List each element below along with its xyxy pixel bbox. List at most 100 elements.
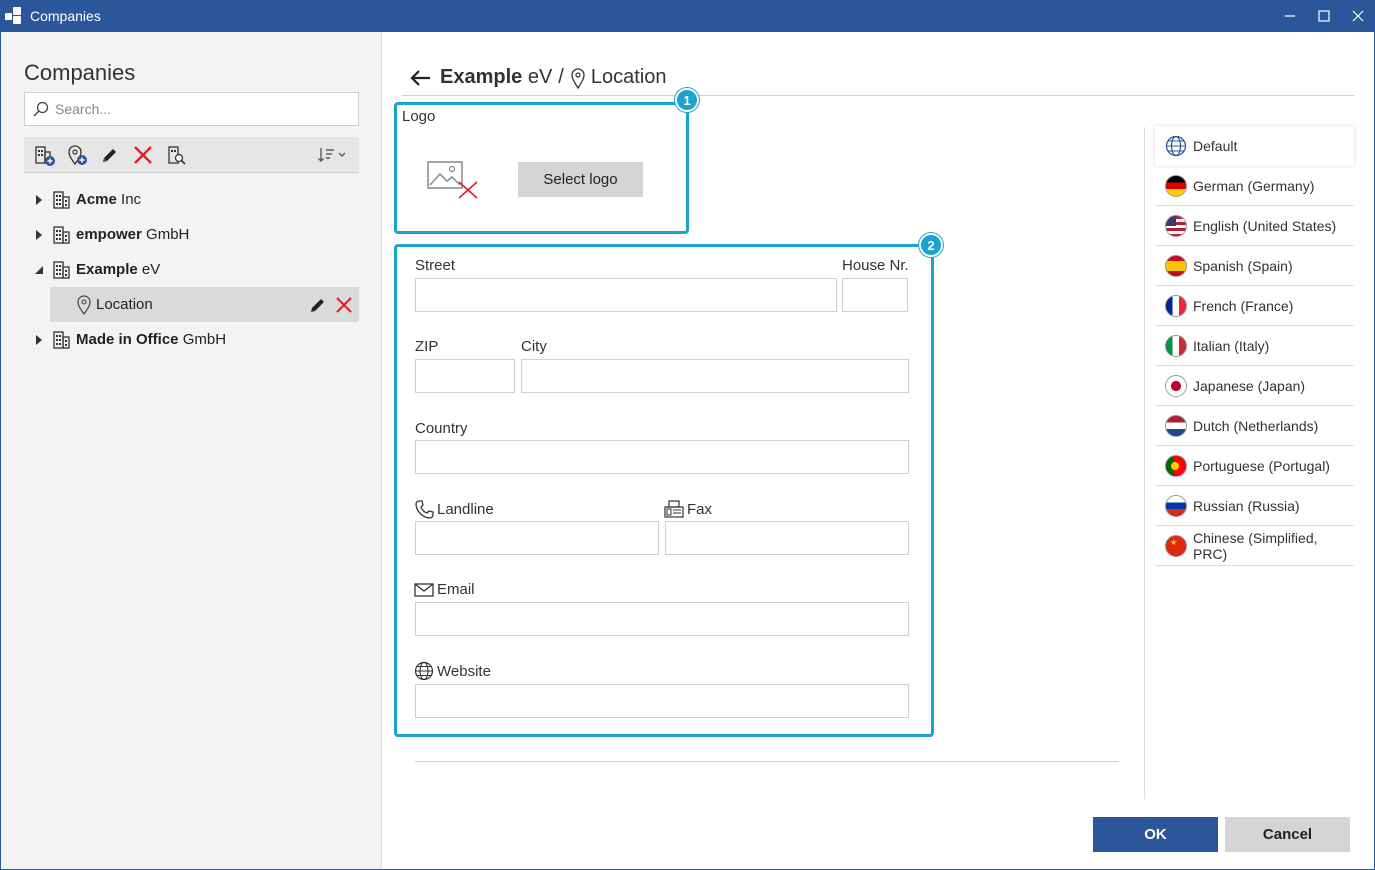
tree-item-location[interactable]: Location — [50, 287, 359, 322]
tree-item-acme[interactable]: Acme Inc — [24, 182, 359, 217]
language-item-portuguese[interactable]: Portuguese (Portugal) — [1155, 446, 1354, 486]
fax-input[interactable] — [666, 522, 908, 554]
language-item-default[interactable]: Default — [1155, 126, 1354, 166]
city-field[interactable] — [521, 359, 909, 393]
ok-button[interactable]: OK — [1093, 817, 1218, 852]
fax-label: Fax — [664, 499, 712, 519]
city-input[interactable] — [522, 360, 908, 392]
building-icon — [53, 330, 70, 349]
company-tree: Acme Inc empower GmbH Example eV Locatio… — [24, 182, 359, 357]
language-list: Default German (Germany) English (United… — [1155, 126, 1354, 566]
search-box — [24, 92, 359, 126]
edit-button[interactable] — [97, 142, 123, 168]
building-icon — [53, 190, 70, 209]
flag-netherlands-icon — [1165, 414, 1187, 437]
email-field[interactable] — [415, 602, 909, 636]
delete-icon[interactable] — [335, 296, 353, 314]
breadcrumb-company[interactable]: Example eV — [440, 66, 552, 89]
landline-label: Landline — [414, 499, 494, 519]
country-input[interactable] — [416, 441, 908, 473]
breadcrumb: Example eV / Location — [408, 66, 666, 89]
language-item-italian[interactable]: Italian (Italy) — [1155, 326, 1354, 366]
building-icon — [53, 260, 70, 279]
email-input[interactable] — [416, 603, 908, 635]
search-company-button[interactable] — [163, 142, 189, 168]
collapse-arrow-icon[interactable] — [32, 263, 46, 277]
app-icon — [5, 7, 23, 25]
phone-icon — [415, 500, 434, 519]
sidebar-heading: Companies — [24, 60, 136, 85]
maximize-button[interactable] — [1307, 0, 1341, 32]
zip-input[interactable] — [416, 360, 514, 392]
delete-button[interactable] — [130, 142, 156, 168]
pencil-icon — [103, 148, 116, 162]
expand-arrow-icon[interactable] — [32, 193, 46, 207]
landline-field[interactable] — [415, 521, 659, 555]
envelope-icon — [414, 582, 434, 597]
breadcrumb-separator: / — [558, 66, 564, 88]
building-icon — [53, 225, 70, 244]
flag-france-icon — [1165, 294, 1187, 317]
location-pin-icon — [77, 294, 91, 315]
flag-portugal-icon — [1165, 454, 1187, 477]
language-item-japanese[interactable]: Japanese (Japan) — [1155, 366, 1354, 406]
language-item-english[interactable]: English (United States) — [1155, 206, 1354, 246]
tree-item-example[interactable]: Example eV — [24, 252, 359, 287]
edit-pencil-icon[interactable] — [309, 296, 327, 314]
flag-spain-icon — [1165, 254, 1187, 277]
zip-field[interactable] — [415, 359, 515, 393]
callout-badge-2: 2 — [919, 233, 943, 257]
sidebar-toolbar — [24, 137, 359, 173]
landline-input[interactable] — [416, 522, 658, 554]
window-title: Companies — [30, 8, 101, 24]
globe-icon — [1165, 135, 1187, 157]
sidebar: Companies Search... Acme Inc empower Gmb… — [1, 32, 382, 869]
tree-item-label: Made in Office GmbH — [76, 331, 227, 348]
form-divider — [415, 761, 1119, 762]
language-item-dutch[interactable]: Dutch (Netherlands) — [1155, 406, 1354, 446]
title-bar: Companies — [0, 0, 1375, 32]
city-label: City — [521, 338, 547, 355]
building-search-icon — [168, 145, 186, 165]
flag-russia-icon — [1165, 494, 1187, 517]
callout-badge-1: 1 — [675, 88, 699, 112]
add-company-icon — [35, 145, 55, 166]
expand-arrow-icon[interactable] — [32, 228, 46, 242]
tree-item-made-in-office[interactable]: Made in Office GmbH — [24, 322, 359, 357]
tree-item-empower[interactable]: empower GmbH — [24, 217, 359, 252]
globe-icon — [414, 661, 434, 681]
close-button[interactable] — [1341, 0, 1375, 32]
language-item-german[interactable]: German (Germany) — [1155, 166, 1354, 206]
street-input[interactable] — [416, 279, 836, 311]
language-item-chinese[interactable]: ★ Chinese (Simplified, PRC) — [1155, 526, 1354, 566]
language-item-russian[interactable]: Russian (Russia) — [1155, 486, 1354, 526]
fax-field[interactable] — [665, 521, 909, 555]
minimize-button[interactable] — [1273, 0, 1307, 32]
flag-japan-icon — [1165, 374, 1187, 397]
search-input[interactable] — [55, 101, 345, 117]
tree-item-label: Acme Inc — [76, 191, 142, 208]
house-nr-field[interactable] — [842, 278, 908, 312]
country-field[interactable] — [415, 440, 909, 474]
website-field[interactable] — [415, 684, 909, 718]
house-nr-label: House Nr. — [842, 257, 909, 274]
flag-china-icon: ★ — [1165, 534, 1187, 557]
street-field[interactable] — [415, 278, 837, 312]
sort-button[interactable] — [315, 142, 351, 168]
language-panel-separator — [1144, 127, 1145, 799]
website-input[interactable] — [416, 685, 908, 717]
language-item-french[interactable]: French (France) — [1155, 286, 1354, 326]
zip-label: ZIP — [415, 338, 439, 355]
breadcrumb-current: Location — [590, 66, 667, 88]
select-logo-button[interactable]: Select logo — [518, 162, 643, 197]
add-location-icon — [68, 144, 87, 165]
language-item-spanish[interactable]: Spanish (Spain) — [1155, 246, 1354, 286]
back-arrow-icon[interactable] — [408, 68, 432, 88]
add-company-button[interactable] — [31, 142, 57, 168]
add-location-button[interactable] — [64, 142, 90, 168]
logo-label: Logo — [402, 108, 436, 125]
house-nr-input[interactable] — [843, 279, 907, 311]
cancel-button[interactable]: Cancel — [1225, 817, 1350, 852]
expand-arrow-icon[interactable] — [32, 333, 46, 347]
country-label: Country — [415, 420, 468, 437]
